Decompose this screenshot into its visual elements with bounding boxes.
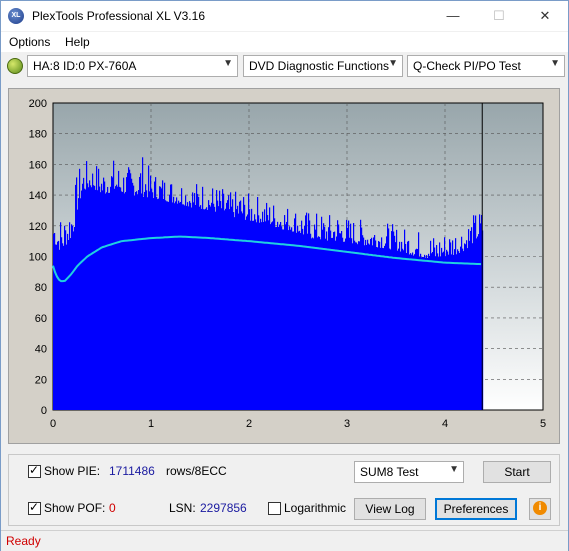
menu-help[interactable]: Help [65, 35, 90, 49]
show-pof-label: Show POF: [44, 501, 106, 515]
start-button[interactable]: Start [483, 461, 551, 483]
pi-po-chart: 0 20 40 60 80 100 120 140 160 180 200 0 1 2 3 4 5 [29, 98, 546, 430]
x-tick-label: 4 [442, 418, 448, 430]
info-button[interactable]: i [529, 498, 551, 520]
x-tick-label: 0 [50, 418, 56, 430]
pof-value: 0 [109, 501, 116, 515]
y-tick-label: 20 [35, 374, 47, 386]
y-tick-label: 120 [29, 221, 47, 233]
maximize-button[interactable]: ☐ [476, 1, 522, 31]
y-tick-label: 160 [29, 159, 47, 171]
lsn-label: LSN: [169, 501, 196, 515]
app-logo-icon: XL [8, 8, 24, 24]
function-select[interactable]: DVD Diagnostic Functions ▼ [243, 55, 403, 77]
status-text: Ready [6, 534, 41, 548]
drive-select[interactable]: HA:8 ID:0 PX-760A ▼ [27, 55, 238, 77]
window-title: PlexTools Professional XL V3.16 [32, 9, 205, 23]
show-pof-checkbox[interactable] [28, 500, 41, 515]
menu-bar: Options Help [1, 32, 568, 52]
status-bar: Ready [1, 530, 568, 551]
close-button[interactable]: ✕ [522, 1, 568, 31]
control-panel: Show PIE: 1711486 rows/8ECC SUM8 Test ▼ … [8, 454, 560, 526]
title-bar: XL PlexTools Professional XL V3.16 — ☐ ✕ [1, 1, 568, 31]
y-tick-label: 200 [29, 98, 47, 110]
show-pie-checkbox[interactable] [28, 463, 41, 478]
y-tick-label: 180 [29, 129, 47, 141]
function-select-value: DVD Diagnostic Functions [249, 59, 390, 73]
y-tick-label: 40 [35, 344, 47, 356]
y-tick-label: 60 [35, 313, 47, 325]
chart-panel: 0 20 40 60 80 100 120 140 160 180 200 0 1 2 3 4 5 [8, 88, 560, 444]
minimize-button[interactable]: — [430, 1, 476, 31]
drive-icon [7, 58, 23, 74]
y-tick-label: 100 [29, 252, 47, 264]
pie-value: 1711486 [109, 464, 155, 478]
y-tick-label: 140 [29, 190, 47, 202]
drive-select-value: HA:8 ID:0 PX-760A [33, 59, 137, 73]
test-mode-select[interactable]: SUM8 Test ▼ [354, 461, 464, 483]
chevron-down-icon: ▼ [550, 58, 560, 69]
menu-options[interactable]: Options [9, 35, 50, 49]
view-log-button[interactable]: View Log [354, 498, 426, 520]
toolbar: HA:8 ID:0 PX-760A ▼ DVD Diagnostic Funct… [1, 53, 568, 81]
chevron-down-icon: ▼ [388, 58, 398, 69]
test-mode-value: SUM8 Test [360, 465, 419, 479]
show-pie-label: Show PIE: [44, 464, 101, 478]
app-window: XL PlexTools Professional XL V3.16 — ☐ ✕… [0, 0, 569, 551]
y-tick-label: 0 [41, 405, 47, 417]
x-tick-label: 3 [344, 418, 350, 430]
chevron-down-icon: ▼ [223, 58, 233, 69]
logarithmic-checkbox[interactable] [268, 502, 281, 515]
x-tick-label: 2 [246, 418, 252, 430]
logarithmic-label: Logarithmic [284, 501, 347, 515]
lsn-value: 2297856 [200, 501, 247, 515]
info-icon: i [533, 501, 547, 515]
test-select-value: Q-Check PI/PO Test [413, 59, 521, 73]
y-tick-label: 80 [35, 282, 47, 294]
y-axis-ticks: 0 20 40 60 80 100 120 140 160 180 200 [29, 98, 47, 417]
x-axis-ticks: 0 1 2 3 4 5 [50, 418, 546, 430]
pie-unit: rows/8ECC [166, 464, 227, 478]
test-select[interactable]: Q-Check PI/PO Test ▼ [407, 55, 565, 77]
x-tick-label: 5 [540, 418, 546, 430]
chevron-down-icon: ▼ [449, 464, 459, 475]
x-tick-label: 1 [148, 418, 154, 430]
preferences-button[interactable]: Preferences [435, 498, 517, 520]
